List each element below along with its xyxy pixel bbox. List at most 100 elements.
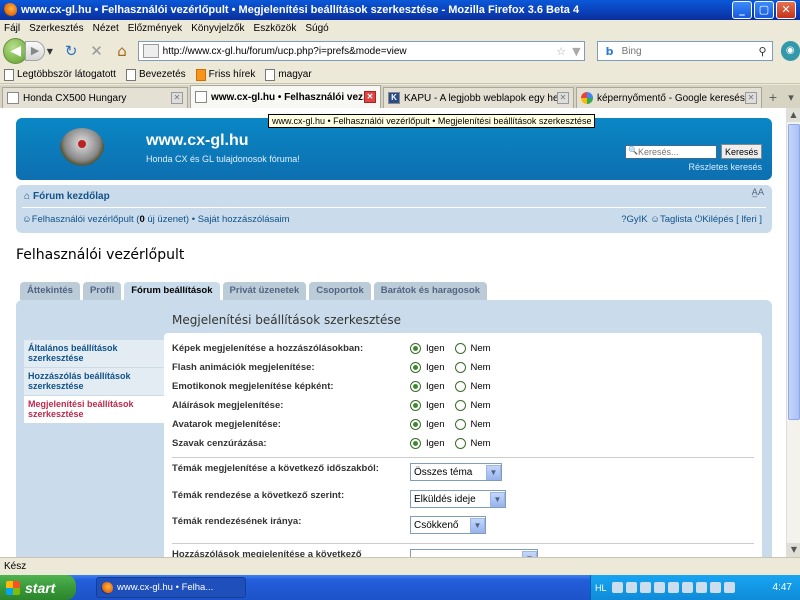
radio-no[interactable] — [454, 438, 466, 449]
forward-button[interactable]: ▶ — [25, 41, 45, 61]
taskbar-firefox-window[interactable]: www.cx-gl.hu • Felha... — [96, 577, 246, 598]
tray-icon[interactable] — [611, 582, 623, 593]
tab-board-preferences[interactable]: Fórum beállítások — [124, 282, 220, 300]
url-dropdown-icon[interactable]: ▼ — [572, 45, 580, 58]
reload-icon[interactable]: ↻ — [61, 40, 82, 62]
close-button[interactable]: ✕ — [776, 1, 796, 19]
bing-icon[interactable]: b — [598, 45, 622, 58]
tray-icon[interactable] — [681, 582, 693, 593]
tray-icon[interactable] — [695, 582, 707, 593]
menu-edit[interactable]: Szerkesztés — [29, 23, 83, 34]
ucp-link[interactable]: Felhasználói vezérlőpult ( — [32, 214, 140, 225]
minimize-button[interactable]: _ — [732, 1, 752, 19]
setting-row-topic-days: Témák megjelenítése a következő időszakb… — [172, 463, 752, 481]
scroll-down-icon[interactable]: ▼ — [787, 543, 800, 557]
tab-groups[interactable]: Csoportok — [309, 282, 371, 300]
stop-icon[interactable]: ✕ — [86, 40, 107, 62]
url-bar[interactable]: ☆ ▼ — [137, 41, 585, 61]
tray-icon[interactable] — [653, 582, 665, 593]
members-link[interactable]: Taglista — [660, 214, 692, 225]
addon-icon[interactable]: ◉ — [780, 41, 800, 61]
tray-icon[interactable] — [667, 582, 679, 593]
menu-tools[interactable]: Eszközök — [254, 23, 297, 34]
menu-help[interactable]: Súgó — [305, 23, 328, 34]
advanced-search-link[interactable]: Részletes keresés — [688, 162, 762, 172]
tab-bar: Honda CX500 Hungary ✕ www.cx-gl.hu • Fel… — [0, 85, 800, 108]
radio-no[interactable] — [454, 400, 466, 411]
history-dropdown-icon[interactable]: ▼ — [47, 47, 57, 56]
sidebar-item-posting[interactable]: Hozzászólás beállítások szerkesztése — [24, 368, 164, 395]
bookmark-magyar[interactable]: magyar — [265, 68, 312, 81]
radio-no[interactable] — [454, 419, 466, 430]
post-days-select[interactable]: ▼ — [410, 549, 538, 557]
tray-icon[interactable] — [625, 582, 637, 593]
bookmark-getting-started[interactable]: Bevezetés — [125, 68, 186, 81]
topic-direction-select[interactable]: Csökkenő ▼ — [410, 516, 486, 534]
radio-no[interactable] — [454, 343, 466, 354]
tab-friends-foes[interactable]: Barátok és haragosok — [373, 282, 487, 300]
tray-icon[interactable] — [723, 582, 735, 593]
search-icon[interactable]: ⚲ — [754, 45, 772, 58]
menu-history[interactable]: Előzmények — [128, 23, 182, 34]
radio-no[interactable] — [454, 362, 466, 373]
faq-link[interactable]: GyIK — [626, 214, 647, 225]
sidebar-item-general[interactable]: Általános beállítások szerkesztése — [24, 340, 164, 367]
url-input[interactable] — [162, 45, 554, 57]
search-input[interactable] — [621, 45, 754, 57]
scroll-up-icon[interactable]: ▲ — [787, 108, 800, 122]
breadcrumb: ⌂ Fórum kezdőlap — [24, 191, 110, 202]
tab-close-icon[interactable]: ✕ — [171, 92, 183, 104]
topic-days-select[interactable]: Összes téma ▼ — [410, 463, 502, 481]
topic-sort-select[interactable]: Elküldés ideje ▼ — [410, 490, 506, 508]
tab-close-icon[interactable]: ✕ — [557, 92, 569, 104]
radio-yes[interactable] — [410, 362, 421, 373]
bookmark-latest-headlines[interactable]: Friss hírek — [195, 68, 255, 81]
tab-kapu[interactable]: K KAPU - A legjobb weblapok egy helyen ✕ — [383, 87, 574, 108]
forum-logo[interactable] — [60, 128, 104, 166]
setting-row-avatars: Avatarok megjelenítése: Igen Nem — [172, 419, 491, 430]
menu-file[interactable]: Fájl — [4, 23, 20, 34]
tray-icon[interactable] — [639, 582, 651, 593]
forum-search-input[interactable] — [624, 144, 717, 159]
window-title: www.cx-gl.hu • Felhasználói vezérlőpult … — [21, 4, 580, 16]
tab-overview[interactable]: Áttekintés — [20, 282, 80, 300]
new-tab-icon[interactable]: + — [764, 91, 782, 104]
sidebar-item-display[interactable]: Megjelenítési beállítások szerkesztése — [24, 396, 164, 423]
own-posts-link[interactable]: új üzenet) • Saját hozzászólásaim — [145, 214, 289, 225]
vertical-scrollbar[interactable]: ▲ ▼ — [786, 108, 800, 557]
user-links: ?GyIK ☺Taglista ⏻Kilépés [ lferi ] — [621, 214, 762, 225]
radio-yes[interactable] — [410, 419, 421, 430]
menu-view[interactable]: Nézet — [93, 23, 119, 34]
clock[interactable]: 4:47 — [773, 582, 792, 593]
radio-yes[interactable] — [410, 438, 421, 449]
radio-yes[interactable] — [410, 381, 421, 392]
forum-home-link[interactable]: Fórum kezdőlap — [33, 191, 110, 202]
radio-yes[interactable] — [410, 343, 421, 354]
language-indicator[interactable]: HL — [595, 583, 607, 593]
tab-honda-cx500[interactable]: Honda CX500 Hungary ✕ — [2, 87, 188, 108]
logout-link[interactable]: Kilépés [ lferi ] — [702, 214, 762, 225]
tab-close-icon[interactable]: ✕ — [745, 92, 757, 104]
tab-close-icon[interactable]: ✕ — [364, 91, 376, 103]
setting-row-censor: Szavak cenzúrázása: Igen Nem — [172, 438, 491, 449]
bookmark-most-visited[interactable]: Legtöbbször látogatott — [4, 68, 116, 81]
menu-bookmarks[interactable]: Könyvjelzők — [191, 23, 244, 34]
tab-private-messages[interactable]: Privát üzenetek — [222, 282, 307, 300]
search-bar[interactable]: b ⚲ — [596, 41, 773, 61]
home-icon[interactable]: ⌂ — [111, 40, 132, 62]
bookmark-star-icon[interactable]: ☆ — [556, 45, 566, 58]
radio-yes[interactable] — [410, 400, 421, 411]
tray-icon[interactable] — [709, 582, 721, 593]
tab-google[interactable]: képernyőmentő - Google keresés ✕ — [576, 87, 762, 108]
font-size-control[interactable]: A̲A — [752, 188, 764, 198]
scrollbar-thumb[interactable] — [788, 124, 800, 420]
maximize-button[interactable]: ▢ — [754, 1, 774, 19]
forum-search-button[interactable]: Keresés — [720, 144, 762, 159]
ucp-tabs: Áttekintés Profil Fórum beállítások Priv… — [20, 282, 490, 300]
site-identity-icon[interactable] — [142, 44, 159, 58]
tab-cx-gl[interactable]: www.cx-gl.hu • Felhasználói vez... ✕ — [190, 85, 381, 108]
tab-list-icon[interactable]: ▾ — [782, 91, 800, 104]
start-button[interactable]: start — [0, 575, 76, 600]
tab-profile[interactable]: Profil — [82, 282, 122, 300]
radio-no[interactable] — [454, 381, 466, 392]
